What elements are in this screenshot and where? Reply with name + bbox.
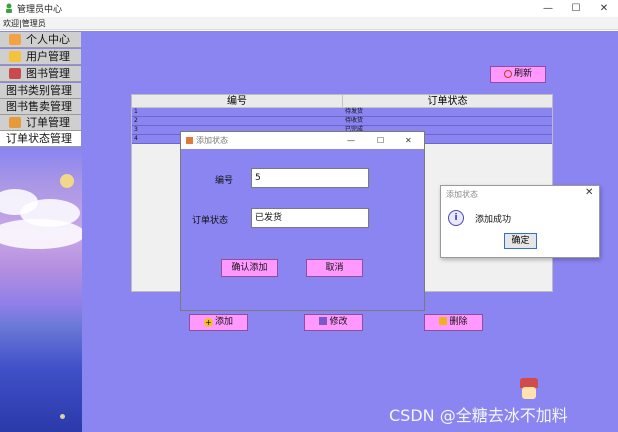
- close-button[interactable]: ✕: [592, 0, 616, 17]
- sidebar-item-profile[interactable]: 个人中心: [0, 32, 81, 48]
- order-icon: [9, 117, 21, 128]
- sidebar-item-book-category[interactable]: 图书类别管理: [0, 83, 81, 99]
- minimize-button[interactable]: —: [536, 0, 560, 17]
- sidebar-item-label: 图书售卖管理: [6, 100, 72, 113]
- sidebar-item-order-status[interactable]: 订单状态管理: [0, 131, 81, 147]
- sidebar-item-label: 图书类别管理: [6, 84, 72, 97]
- welcome-text: 欢迎: [3, 19, 19, 28]
- cell-id: 3: [134, 126, 138, 133]
- sidebar-item-orders[interactable]: 订单管理: [0, 115, 81, 131]
- dialog-maximize-button[interactable]: ☐: [377, 132, 384, 149]
- refresh-label: 刷新: [513, 69, 532, 79]
- add-icon: +: [203, 318, 213, 327]
- maximize-button[interactable]: ☐: [564, 0, 588, 17]
- dialog-icon: [186, 137, 193, 144]
- column-header-id[interactable]: 编号: [132, 95, 343, 108]
- sidebar-item-book-sales[interactable]: 图书售卖管理: [0, 99, 81, 115]
- refresh-icon: [503, 70, 512, 78]
- message-text: 添加成功: [475, 215, 512, 225]
- id-input[interactable]: 5: [251, 168, 369, 188]
- cell-id: 1: [134, 108, 138, 115]
- sidebar-item-label: 用户管理: [26, 50, 70, 63]
- table-row[interactable]: 1 待发货: [132, 108, 552, 117]
- dialog-titlebar: 添加状态 — ☐ ✕: [181, 132, 424, 149]
- add-label: 添加: [214, 317, 233, 327]
- dialog-minimize-button[interactable]: —: [347, 132, 355, 149]
- cell-id: 4: [134, 135, 138, 142]
- edit-button[interactable]: 修改: [304, 314, 363, 331]
- refresh-button[interactable]: 刷新: [490, 66, 546, 83]
- cell-status: 待收货: [345, 117, 364, 124]
- edit-icon: [319, 317, 328, 325]
- app-icon: [6, 3, 12, 13]
- info-icon: i: [448, 210, 464, 226]
- sidebar-item-users[interactable]: 用户管理: [0, 49, 81, 65]
- dialog-title: 添加状态: [196, 136, 228, 145]
- dialog-close-button[interactable]: ✕: [405, 132, 412, 149]
- person-icon: [9, 34, 21, 45]
- books-icon: [9, 68, 21, 79]
- column-header-status[interactable]: 订单状态: [343, 95, 552, 108]
- edit-label: 修改: [329, 317, 348, 327]
- welcome-bar: 欢迎|管理员: [0, 17, 618, 30]
- status-label: 订单状态: [192, 216, 229, 226]
- window-titlebar: 管理员中心 — ☐ ✕: [0, 0, 618, 18]
- csdn-watermark: CSDN @全糖去冰不加料: [389, 406, 568, 425]
- add-status-dialog: 添加状态 — ☐ ✕ 编号 5 订单状态 已发货 确认添加 取消: [180, 131, 425, 311]
- sidebar: 个人中心 用户管理 图书管理 图书类别管理 图书售卖管理 订单管理 订单状态管理: [0, 31, 82, 432]
- trash-icon: [439, 317, 448, 325]
- mascot-decoration: [516, 378, 542, 404]
- add-button[interactable]: + 添加: [189, 314, 248, 331]
- success-message-box: 添加状态 ✕ i 添加成功 确定: [440, 185, 600, 258]
- sidebar-item-label: 图书管理: [26, 67, 70, 80]
- confirm-add-button[interactable]: 确认添加: [221, 259, 278, 277]
- message-title: 添加状态: [446, 190, 478, 199]
- delete-label: 删除: [449, 317, 468, 327]
- id-label: 编号: [215, 176, 234, 186]
- sidebar-item-label: 个人中心: [26, 33, 70, 46]
- sidebar-item-label: 订单管理: [26, 116, 70, 129]
- sidebar-illustration: [0, 149, 82, 432]
- cancel-button[interactable]: 取消: [306, 259, 363, 277]
- delete-button[interactable]: 删除: [424, 314, 483, 331]
- window-title: 管理员中心: [17, 5, 63, 15]
- message-close-button[interactable]: ✕: [585, 187, 593, 198]
- user-icon: [9, 51, 21, 62]
- cell-id: 2: [134, 117, 138, 124]
- status-input[interactable]: 已发货: [251, 208, 369, 228]
- table-row[interactable]: 2 待收货: [132, 117, 552, 126]
- current-user: 管理员: [21, 19, 46, 28]
- ok-button[interactable]: 确定: [504, 233, 537, 249]
- sidebar-item-books[interactable]: 图书管理: [0, 66, 81, 82]
- sidebar-item-label: 订单状态管理: [6, 132, 72, 145]
- cell-status: 待发货: [345, 108, 364, 115]
